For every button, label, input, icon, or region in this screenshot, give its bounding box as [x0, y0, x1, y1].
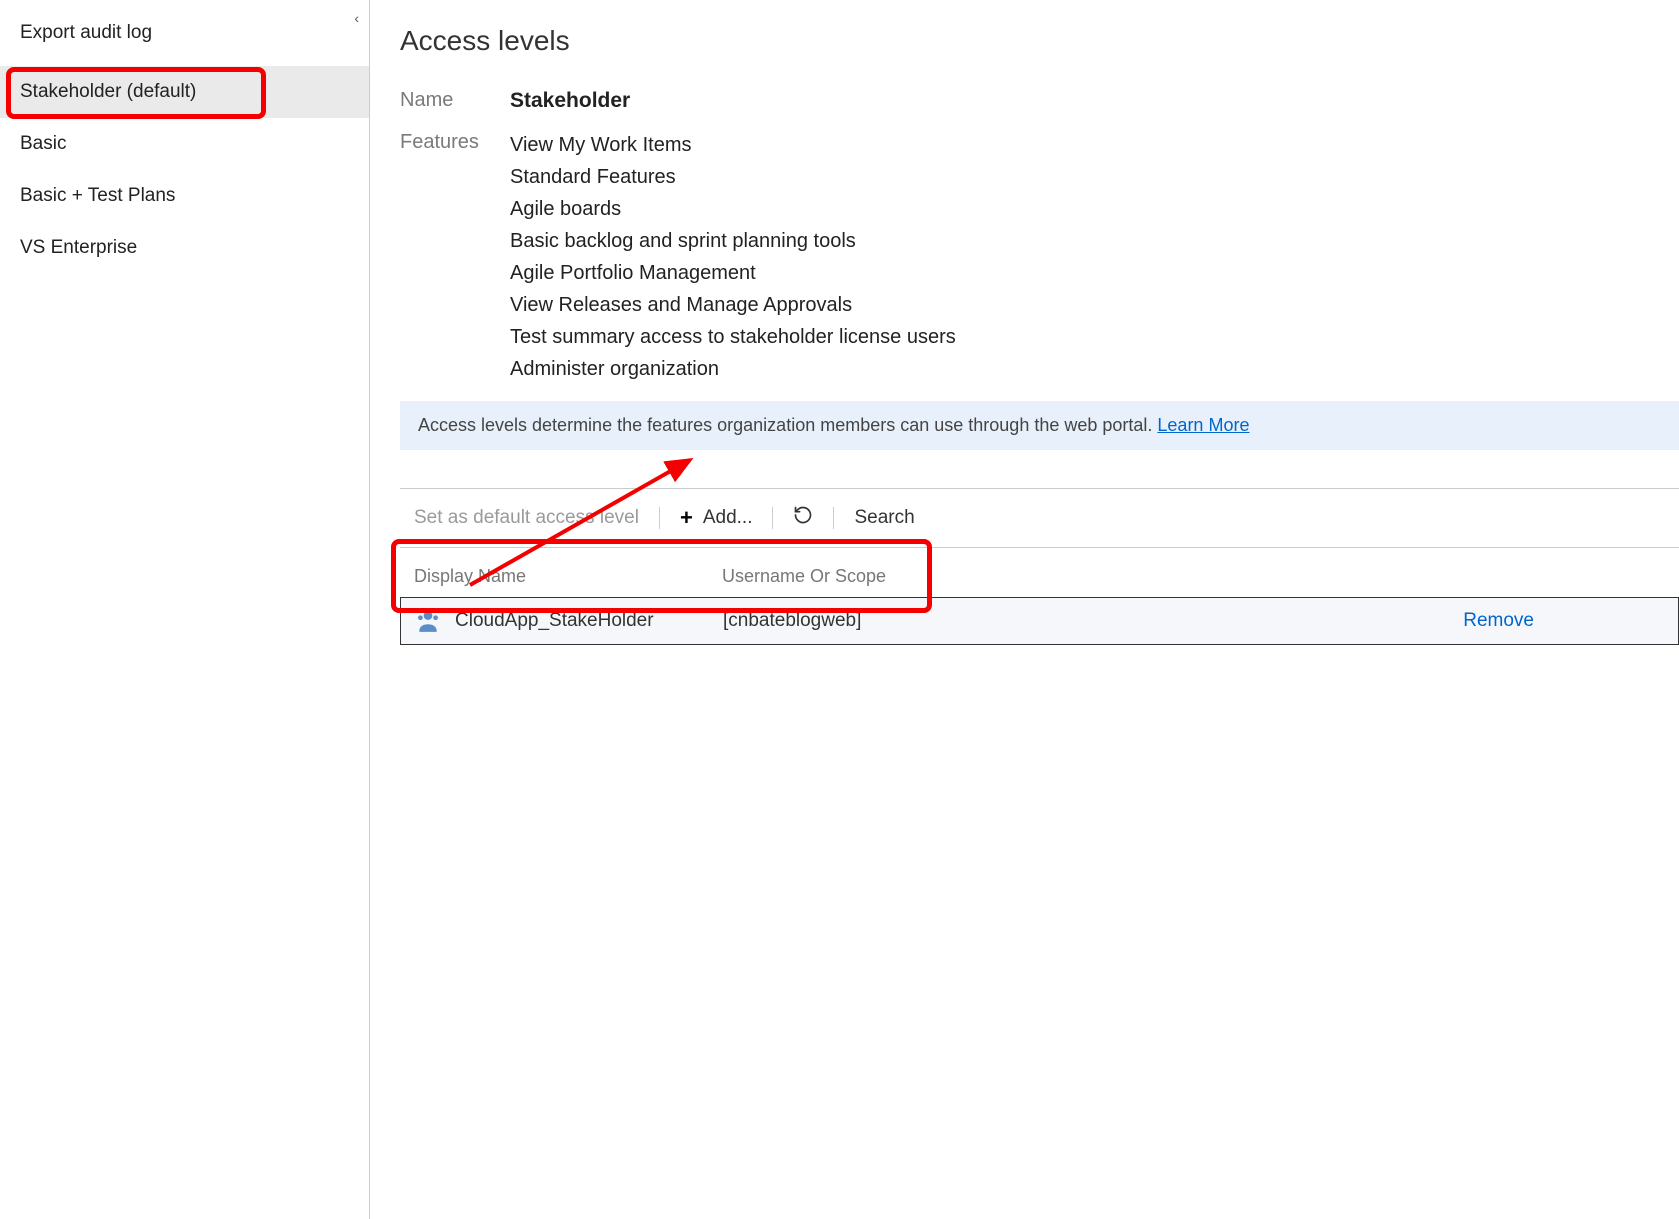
toolbar: Set as default access level + Add... Sea… — [400, 489, 1679, 547]
remove-link[interactable]: Remove — [1463, 610, 1664, 632]
toolbar-separator — [659, 507, 660, 529]
sidebar: ‹ Export audit log Stakeholder (default)… — [0, 0, 370, 1219]
name-label: Name — [400, 89, 510, 113]
feature-item: View My Work Items — [510, 131, 956, 159]
row-username: [cnbateblogweb] — [723, 610, 1463, 632]
group-icon — [415, 608, 441, 634]
sidebar-item-label: VS Enterprise — [20, 237, 137, 258]
feature-item: Agile Portfolio Management — [510, 259, 956, 287]
table-row[interactable]: CloudApp_StakeHolder [cnbateblogweb] Rem… — [400, 597, 1679, 645]
add-button[interactable]: + Add... — [680, 507, 753, 529]
column-header-display-name[interactable]: Display Name — [414, 566, 722, 587]
learn-more-link[interactable]: Learn More — [1157, 415, 1249, 435]
row-display-name: CloudApp_StakeHolder — [455, 610, 723, 632]
sidebar-item-label: Stakeholder (default) — [20, 81, 196, 102]
refresh-icon — [793, 505, 813, 531]
sidebar-item-label: Basic + Test Plans — [20, 185, 175, 206]
detail-row-features: Features View My Work Items Standard Fea… — [400, 131, 1679, 383]
refresh-button[interactable] — [793, 505, 813, 531]
main-content: Access levels Name Stakeholder Features … — [370, 0, 1679, 1219]
table-header: Display Name Username Or Scope — [400, 566, 1679, 597]
sidebar-item-vs-enterprise[interactable]: VS Enterprise — [0, 222, 369, 274]
column-header-username[interactable]: Username Or Scope — [722, 566, 1665, 587]
add-label: Add... — [703, 507, 753, 529]
feature-item: Agile boards — [510, 195, 956, 223]
sidebar-item-basic[interactable]: Basic — [0, 118, 369, 170]
toolbar-separator — [772, 507, 773, 529]
collapse-chevron-icon[interactable]: ‹ — [354, 10, 359, 26]
info-banner: Access levels determine the features org… — [400, 401, 1679, 450]
feature-item: Administer organization — [510, 355, 956, 383]
set-default-access-level-button: Set as default access level — [414, 507, 639, 529]
search-button[interactable]: Search — [854, 507, 914, 529]
sidebar-item-stakeholder[interactable]: Stakeholder (default) — [0, 66, 369, 118]
features-label: Features — [400, 131, 510, 383]
feature-item: View Releases and Manage Approvals — [510, 291, 956, 319]
sidebar-item-basic-test-plans[interactable]: Basic + Test Plans — [0, 170, 369, 222]
detail-row-name: Name Stakeholder — [400, 89, 1679, 113]
features-list: View My Work Items Standard Features Agi… — [510, 131, 956, 383]
feature-item: Test summary access to stakeholder licen… — [510, 323, 956, 351]
search-label: Search — [854, 507, 914, 529]
feature-item: Standard Features — [510, 163, 956, 191]
set-default-label: Set as default access level — [414, 507, 639, 529]
feature-item: Basic backlog and sprint planning tools — [510, 227, 956, 255]
export-audit-log-link[interactable]: Export audit log — [0, 0, 369, 66]
toolbar-separator — [833, 507, 834, 529]
info-banner-text: Access levels determine the features org… — [418, 415, 1157, 435]
sidebar-item-label: Basic — [20, 133, 66, 154]
name-value: Stakeholder — [510, 89, 630, 113]
plus-icon: + — [680, 507, 693, 529]
page-title: Access levels — [400, 25, 1679, 57]
